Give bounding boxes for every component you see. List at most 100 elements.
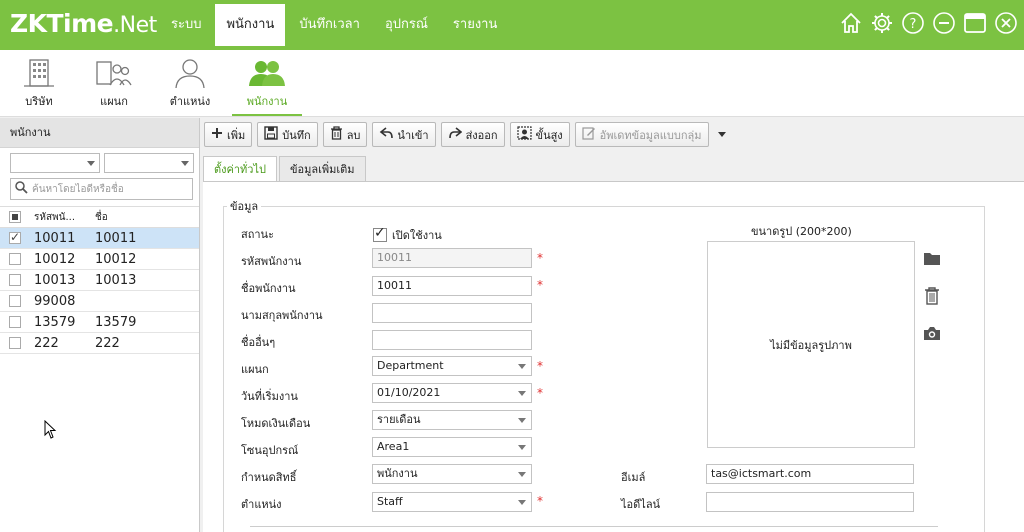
table-row[interactable]: 222 222 — [0, 333, 199, 354]
help-icon[interactable]: ? — [901, 11, 925, 35]
row-id: 10012 — [34, 251, 76, 267]
row-checkbox[interactable] — [9, 274, 21, 286]
other-name-field[interactable] — [372, 330, 532, 350]
batch-update-button[interactable]: อัพเดทข้อมูลแบบกลุ่ม — [574, 122, 709, 147]
table-row[interactable]: 99008 — [0, 291, 199, 312]
filter-selects — [10, 153, 194, 173]
camera-icon[interactable] — [922, 323, 942, 343]
form-content: ข้อมูล สถานะ เปิดใช้งาน รหัสพนักงาน 1001… — [203, 181, 1024, 532]
advanced-button[interactable]: ขั้นสูง — [509, 122, 570, 147]
menu-report[interactable]: รายงาน — [442, 4, 508, 46]
panel-title: พนักงาน — [0, 118, 199, 148]
subnav-department[interactable]: แผนก — [79, 54, 149, 116]
tab-extra-info[interactable]: ข้อมูลเพิ่มเติม — [279, 156, 366, 181]
row-checkbox[interactable] — [9, 337, 21, 349]
table-row[interactable]: 13579 13579 — [0, 312, 199, 333]
maximize-icon[interactable] — [963, 11, 987, 35]
tab-general[interactable]: ตั้งค่าทั่วไป — [203, 156, 277, 182]
trash-icon — [330, 126, 343, 143]
row-name: 10013 — [95, 272, 137, 288]
salary-mode-select[interactable]: รายเดือน — [372, 410, 532, 430]
search-input[interactable]: ค้นหาโดยไอดีหรือชื่อ — [10, 178, 193, 200]
app-logo: ZKTime.Net — [10, 9, 157, 38]
filter-select-1[interactable] — [10, 153, 100, 173]
menu-employee[interactable]: พนักงาน — [215, 4, 286, 46]
line-id-field[interactable] — [706, 492, 914, 512]
building-icon — [4, 54, 74, 92]
subnav-department-label: แผนก — [100, 95, 128, 108]
department-label: แผนก — [241, 363, 269, 376]
menu-device[interactable]: อุปกรณ์ — [374, 4, 439, 46]
row-checkbox[interactable] — [9, 316, 21, 328]
surname-label: นามสกุลพนักงาน — [241, 309, 323, 322]
import-button-label: นำเข้า — [397, 128, 429, 142]
row-id: 99008 — [34, 293, 76, 309]
enable-check-icon — [373, 225, 387, 242]
row-id: 10013 — [34, 272, 76, 288]
main-menu: ระบบ พนักงาน บันทึกเวลา อุปกรณ์ รายงาน — [160, 4, 511, 46]
row-id: 222 — [34, 335, 59, 351]
import-button[interactable]: นำเข้า — [372, 122, 436, 147]
department-select[interactable]: Department — [372, 356, 532, 376]
permission-select[interactable]: พนักงาน — [372, 464, 532, 484]
permission-label: กำหนดสิทธิ์ — [241, 471, 297, 484]
subnav-position[interactable]: ตำแหน่ง — [155, 54, 225, 116]
subnav-company[interactable]: บริษัท — [4, 54, 74, 116]
table-row[interactable]: 10013 10013 — [0, 270, 199, 291]
save-button-label: บันทึก — [282, 128, 311, 142]
home-icon[interactable] — [839, 11, 863, 35]
minimize-icon[interactable] — [932, 11, 956, 35]
subnav-company-label: บริษัท — [25, 95, 53, 108]
row-checkbox[interactable] — [9, 295, 21, 307]
row-checkbox[interactable] — [9, 253, 21, 265]
fieldset-legend: ข้อมูล — [227, 197, 262, 215]
folder-icon[interactable] — [922, 248, 942, 268]
required-mark: * — [537, 386, 543, 400]
emp-id-field[interactable]: 10011 — [372, 248, 532, 268]
device-zone-select[interactable]: Area1 — [372, 437, 532, 457]
row-checkbox[interactable] — [9, 230, 21, 244]
export-button[interactable]: ส่งออก — [440, 122, 505, 147]
search-placeholder: ค้นหาโดยไอดีหรือชื่อ — [32, 183, 124, 195]
menu-system[interactable]: ระบบ — [160, 4, 212, 46]
grid-header: รหัสพนั... ชื่อ — [0, 206, 199, 228]
bottom-divider — [250, 526, 938, 527]
row-name: 10012 — [95, 251, 137, 267]
select-all-checkbox[interactable] — [9, 211, 21, 223]
photo-box[interactable]: ไม่มีข้อมูลรูปภาพ — [707, 241, 915, 448]
table-row[interactable]: 10012 10012 — [0, 249, 199, 270]
row-id: 10011 — [34, 230, 76, 246]
email-field[interactable]: tas@ictsmart.com — [706, 464, 914, 484]
advanced-icon — [516, 126, 532, 143]
surname-field[interactable] — [372, 303, 532, 323]
enable-checkbox[interactable]: เปิดใช้งาน — [373, 225, 442, 244]
save-button[interactable]: บันทึก — [257, 122, 318, 147]
required-mark: * — [537, 251, 543, 265]
line-id-label: ไอดีไลน์ — [621, 498, 661, 511]
edit-icon — [582, 126, 596, 143]
more-dropdown-icon[interactable] — [714, 122, 730, 147]
close-icon[interactable] — [994, 11, 1018, 35]
save-icon — [264, 126, 278, 143]
svg-text:?: ? — [910, 17, 917, 32]
subnav-employee[interactable]: พนักงาน — [232, 54, 302, 116]
column-header-name[interactable]: ชื่อ — [90, 210, 199, 225]
required-mark: * — [537, 359, 543, 373]
position-select[interactable]: Staff — [372, 492, 532, 512]
subnav-employee-label: พนักงาน — [246, 95, 288, 108]
table-row[interactable]: 10011 10011 — [0, 228, 199, 249]
emp-name-field[interactable]: 10011 — [372, 276, 532, 296]
delete-button[interactable]: ลบ — [322, 122, 368, 147]
emp-id-label: รหัสพนักงาน — [241, 255, 302, 268]
filter-select-2[interactable] — [104, 153, 194, 173]
advanced-button-label: ขั้นสูง — [535, 128, 563, 142]
menu-attendance[interactable]: บันทึกเวลา — [288, 4, 371, 46]
emp-name-label: ชื่อพนักงาน — [241, 282, 296, 295]
gear-icon[interactable] — [870, 11, 894, 35]
column-header-id[interactable]: รหัสพนั... — [30, 210, 90, 225]
mouse-cursor-icon — [44, 419, 58, 443]
trash-icon[interactable] — [922, 286, 942, 306]
row-name: 10011 — [95, 230, 137, 246]
add-button[interactable]: เพิ่ม — [204, 122, 253, 147]
start-date-field[interactable]: 01/10/2021 — [372, 383, 532, 403]
